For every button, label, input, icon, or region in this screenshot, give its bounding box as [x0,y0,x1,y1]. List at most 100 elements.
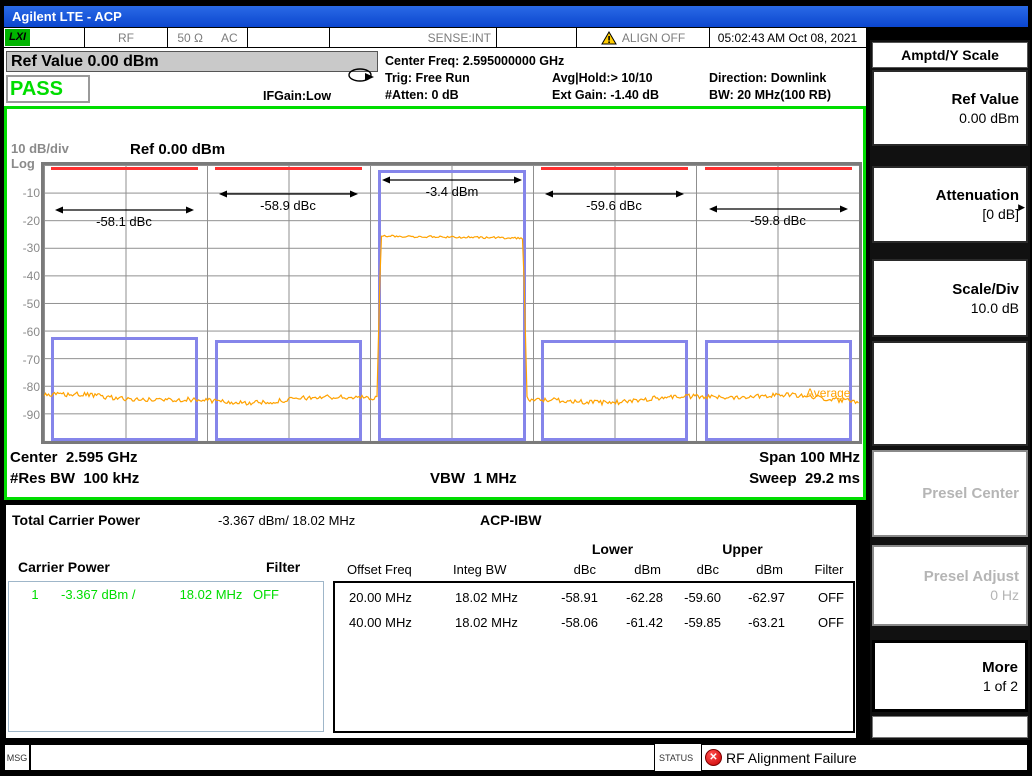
bw-readout: BW: 20 MHz(100 RB) [709,88,831,103]
span-annotation: Span 100 MHz [759,449,860,466]
timestamp: 05:02:43 AM Oct 08, 2021 [718,31,857,45]
softkey-value: [0 dB] [982,205,1019,223]
carrier-bw-value: 18.02 MHz [169,587,253,602]
acp-measurement-label: -58.1 dBc [64,214,184,229]
col-lower-dbm: dBm [616,562,681,577]
continuous-sweep-icon [347,67,374,84]
input-cell: 50 Ω AC [168,28,248,47]
softkey-ref-value[interactable]: Ref Value 0.00 dBm [872,70,1028,146]
sense-cell: SENSE:INT [330,28,497,47]
upper-dbc-value: -59.60 [683,590,741,605]
impedance-indicator: 50 Ω [177,31,203,45]
y-tick: -90 [6,408,40,422]
y-tick: -70 [6,353,40,367]
col-upper-dbm: dBm [739,562,803,577]
acp-measurement-label: -58.9 dBc [228,198,348,213]
y-tick: -50 [6,297,40,311]
lxi-cell: LXI [4,28,85,47]
filter-value: OFF [805,615,857,630]
align-cell: ALIGN OFF [577,28,710,47]
carrier-power-value: -3.367 dBm / [61,587,169,602]
log-scale-label: Log [11,156,35,171]
col-lower-dbc: dBc [541,562,616,577]
softkey-label: More [982,658,1018,677]
offset-freq-value: 40.00 MHz [335,615,435,630]
softkey-value: 0.00 dBm [959,109,1019,127]
y-tick: -80 [6,380,40,394]
acp-row: 40.00 MHz 18.02 MHz -58.06 -61.42 -59.85… [335,615,853,630]
softkey-label: Presel Center [922,484,1019,503]
carrier-filter-value: OFF [253,587,317,602]
softkey-label: Attenuation [936,186,1019,205]
ifgain-readout: IFGain:Low [263,89,331,104]
softkey-value: 0 Hz [990,586,1019,604]
pass-fail-box: PASS [6,75,90,103]
softkey-blank [872,341,1028,446]
center-freq-annotation: Center 2.595 GHz [10,449,138,466]
status-alert-cell: ✕ RF Alignment Failure [701,744,1028,771]
coupling-indicator: AC [221,31,238,45]
col-filter: Filter [803,562,855,577]
carrier-power-label: -3.4 dBm [392,184,512,199]
window-title: Agilent LTE - ACP [12,9,122,24]
empty-cell-1 [248,28,330,47]
acp-column-headers: Offset Freq Integ BW dBc dBm dBc dBm Fil… [333,562,855,577]
menu-title: Amptd/Y Scale [872,42,1028,68]
acp-measurement-label: -59.8 dBc [718,213,838,228]
col-offset-freq: Offset Freq [333,562,433,577]
upper-dbm-value: -62.97 [741,590,805,605]
softkey-label: Scale/Div [952,280,1019,299]
status-label: STATUS [659,753,693,763]
total-carrier-power-value: -3.367 dBm/ 18.02 MHz [218,513,355,528]
softkey-attenuation[interactable]: Attenuation [0 dB] ▶ [872,166,1028,243]
instrument-screen: Agilent LTE - ACP LXI RF 50 Ω AC SENSE:I… [0,0,1032,776]
sweep-annotation: Sweep 29.2 ms [749,470,860,487]
msg-label: MSG [7,753,28,763]
status-alert-text: RF Alignment Failure [726,750,857,766]
ext-gain-readout: Ext Gain: -1.40 dB [552,88,659,103]
carrier-table: 1 -3.367 dBm / 18.02 MHz OFF [8,581,324,732]
error-icon: ✕ [705,749,722,766]
msg-cell: MSG [4,744,30,771]
atten-readout: #Atten: 0 dB [385,88,459,103]
y-tick: -10 [6,186,40,200]
direction-readout: Direction: Downlink [709,71,826,86]
lxi-badge: LXI [5,29,30,46]
trace-type-label: Average [806,386,850,400]
y-tick: -30 [6,241,40,255]
carrier-index: 1 [9,587,61,602]
trigger-readout: Trig: Free Run [385,71,470,86]
submenu-arrow-icon: ▶ [1018,202,1025,213]
center-freq-readout: Center Freq: 2.595000000 GHz [385,54,564,69]
softkey-label: Ref Value [951,90,1019,109]
sense-indicator: SENSE:INT [428,31,491,45]
softkey-presel-adjust[interactable]: Presel Adjust 0 Hz [872,545,1028,626]
window-title-bar: Agilent LTE - ACP [4,6,1028,27]
spectrum-trace [44,166,859,442]
softkey-more[interactable]: More 1 of 2 [872,640,1028,712]
pass-label: PASS [8,77,88,101]
lower-dbm-value: -62.28 [618,590,683,605]
softkey-presel-center[interactable]: Presel Center [872,450,1028,537]
integ-bw-value: 18.02 MHz [435,590,543,605]
upper-group-header: Upper [705,541,780,557]
col-integ-bw: Integ BW [433,562,541,577]
ref-level-label: Ref 0.00 dBm [130,141,225,158]
softkey-scale-div[interactable]: Scale/Div 10.0 dB [872,259,1028,337]
align-indicator: ALIGN OFF [622,31,685,45]
total-carrier-power-label: Total Carrier Power [12,512,140,528]
acp-ibw-title: ACP-IBW [480,512,541,528]
carrier-filter-header: Filter [266,559,300,575]
carrier-power-header: Carrier Power [18,559,110,575]
acp-row: 20.00 MHz 18.02 MHz -58.91 -62.28 -59.60… [335,590,853,605]
rf-indicator: RF [118,31,134,45]
softkey-value: 1 of 2 [983,677,1018,695]
clock-cell: 05:02:43 AM Oct 08, 2021 [710,28,865,47]
acp-offsets-table: 20.00 MHz 18.02 MHz -58.91 -62.28 -59.60… [333,581,855,733]
empty-cell-2 [497,28,577,47]
softkey-label: Presel Adjust [924,567,1019,586]
res-bw-annotation: #Res BW 100 kHz [10,470,139,487]
message-area [30,744,655,771]
scale-per-div-label: 10 dB/div [11,141,69,156]
carrier-row: 1 -3.367 dBm / 18.02 MHz OFF [9,587,323,602]
